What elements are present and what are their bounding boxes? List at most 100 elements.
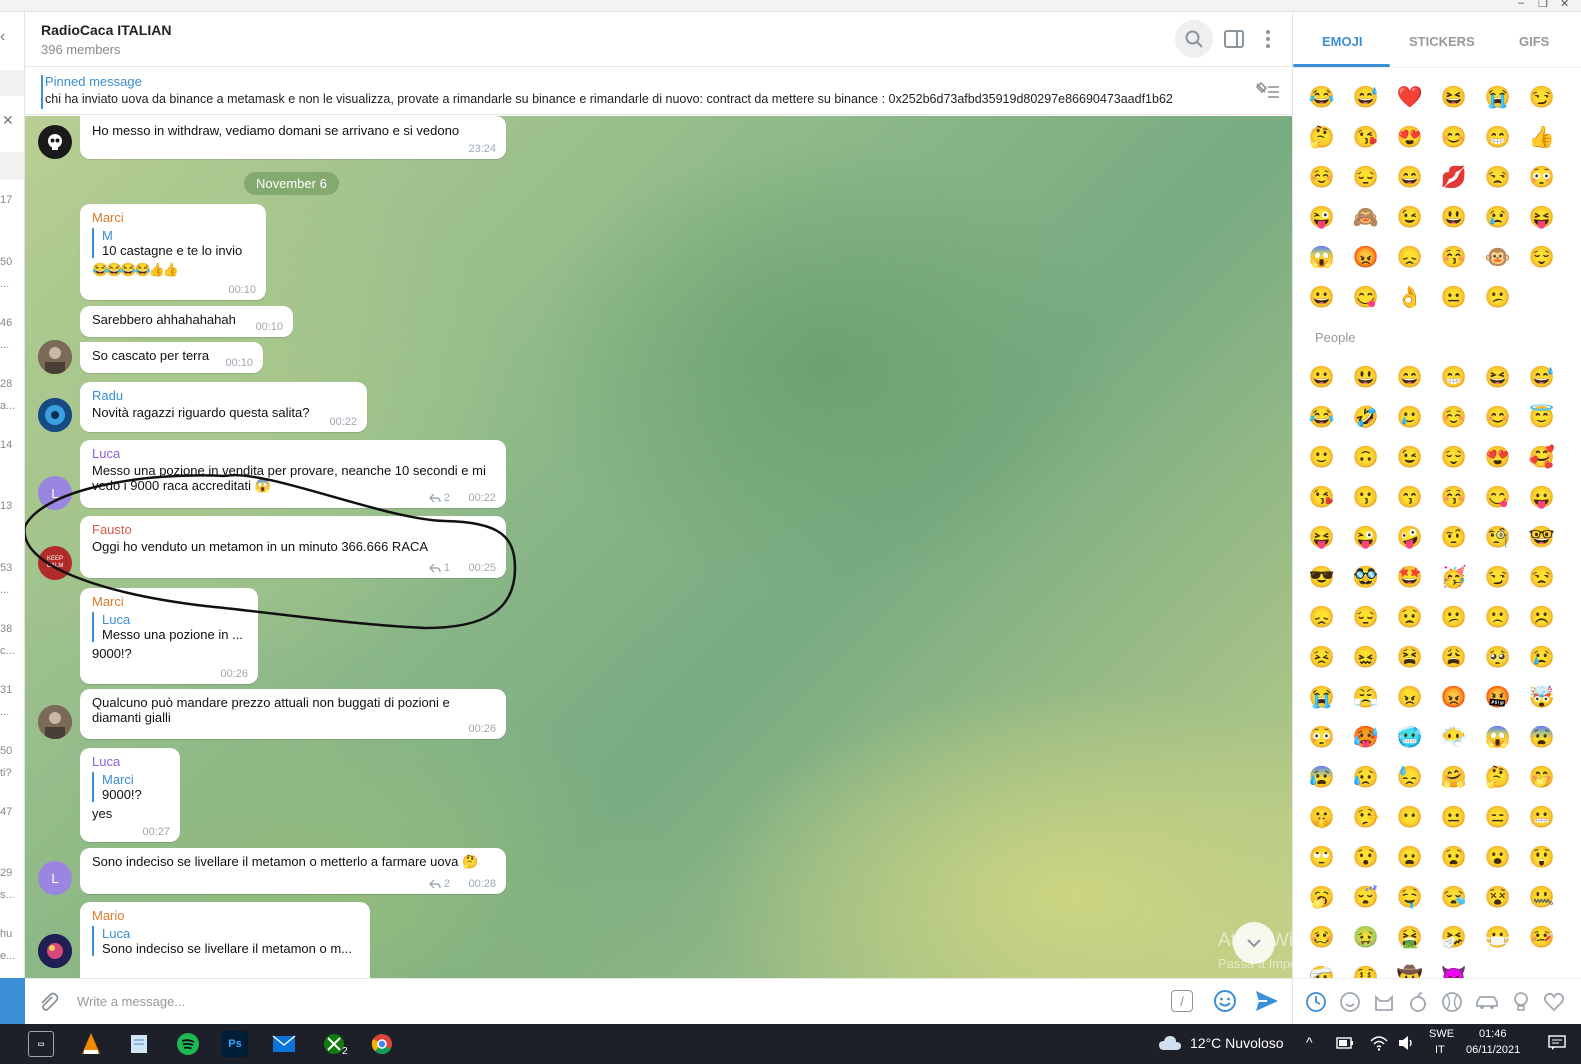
back-icon[interactable]: ‹ bbox=[0, 28, 5, 46]
close-window-icon[interactable]: ✕ bbox=[1560, 0, 1569, 10]
sidebar-toggle-button[interactable] bbox=[1215, 20, 1253, 58]
notepad-icon[interactable] bbox=[126, 1031, 152, 1057]
emoji-item[interactable]: 😵 bbox=[1483, 886, 1513, 909]
emoji-item[interactable]: 🤪 bbox=[1395, 526, 1425, 549]
emoji-item[interactable]: 😄 bbox=[1395, 366, 1425, 389]
emoji-item[interactable]: 😗 bbox=[1351, 486, 1381, 509]
emoji-item[interactable]: 😩 bbox=[1439, 646, 1469, 669]
emoji-item[interactable]: 🥳 bbox=[1439, 566, 1469, 589]
message-bubble[interactable]: Qualcuno può mandare prezzo attuali non … bbox=[80, 689, 506, 739]
emoji-item[interactable]: 👍 bbox=[1527, 126, 1557, 149]
chrome-icon[interactable] bbox=[369, 1031, 395, 1057]
emoji-item[interactable]: 😍 bbox=[1483, 446, 1513, 469]
emoji-item[interactable]: 🤒 bbox=[1527, 926, 1557, 949]
emoji-item[interactable]: 😂 bbox=[1307, 406, 1337, 429]
emoji-item[interactable]: 😚 bbox=[1439, 246, 1469, 269]
emoji-item[interactable]: 😕 bbox=[1483, 286, 1513, 309]
emoji-item[interactable]: 😃 bbox=[1351, 366, 1381, 389]
emoji-item[interactable]: 🤔 bbox=[1483, 766, 1513, 789]
emoji-item[interactable]: 😂 bbox=[1307, 86, 1337, 109]
reply-quote[interactable]: Luca Sono indeciso se livellare il metam… bbox=[92, 926, 358, 956]
emoji-item[interactable]: 😎 bbox=[1307, 566, 1337, 589]
emoji-item[interactable]: 😒 bbox=[1527, 566, 1557, 589]
emoji-item[interactable]: 😆 bbox=[1439, 86, 1469, 109]
emoji-item[interactable]: 👌 bbox=[1395, 286, 1425, 309]
search-button[interactable] bbox=[1175, 20, 1213, 58]
emoji-item[interactable]: 😲 bbox=[1527, 846, 1557, 869]
emoji-item[interactable]: 😱 bbox=[1307, 246, 1337, 269]
emoji-item[interactable]: 😔 bbox=[1351, 606, 1381, 629]
message-author[interactable]: Luca bbox=[92, 754, 168, 769]
emoji-item[interactable]: 🙁 bbox=[1483, 606, 1513, 629]
emoji-item[interactable]: 🤐 bbox=[1527, 886, 1557, 909]
chevron-up-icon[interactable]: ^ bbox=[1306, 1034, 1313, 1050]
emoji-item[interactable]: ❤️ bbox=[1395, 86, 1425, 109]
emoji-item[interactable]: 😇 bbox=[1527, 406, 1557, 429]
emoji-item[interactable]: 🙈 bbox=[1351, 206, 1381, 229]
lightbulb-category-icon[interactable] bbox=[1511, 991, 1531, 1013]
emoji-item[interactable]: 😪 bbox=[1439, 886, 1469, 909]
emoji-item[interactable]: 😁 bbox=[1439, 366, 1469, 389]
message-input[interactable]: Write a message... bbox=[77, 994, 185, 1009]
emoji-item[interactable]: 😐 bbox=[1439, 286, 1469, 309]
tab-gifs[interactable]: GIFS bbox=[1519, 34, 1549, 49]
emoji-item[interactable]: 😅 bbox=[1351, 86, 1381, 109]
emoji-item[interactable]: 😏 bbox=[1483, 566, 1513, 589]
recent-clock-icon[interactable] bbox=[1305, 991, 1327, 1013]
emoji-item[interactable]: 😚 bbox=[1439, 486, 1469, 509]
emoji-item[interactable]: 😴 bbox=[1351, 886, 1381, 909]
emoji-item[interactable]: 😢 bbox=[1527, 646, 1557, 669]
emoji-item[interactable]: 🙃 bbox=[1351, 446, 1381, 469]
emoji-item[interactable]: 😶 bbox=[1395, 806, 1425, 829]
emoji-item[interactable]: 😫 bbox=[1395, 646, 1425, 669]
emoji-item[interactable]: 😤 bbox=[1351, 686, 1381, 709]
spotify-icon[interactable] bbox=[175, 1031, 201, 1057]
reply-count[interactable]: 2 bbox=[428, 878, 450, 890]
emoji-item[interactable]: 🐵 bbox=[1483, 246, 1513, 269]
emoji-item[interactable]: 😱 bbox=[1483, 726, 1513, 749]
language-code[interactable]: SWE bbox=[1429, 1028, 1454, 1040]
emoji-item[interactable]: 😐 bbox=[1439, 806, 1469, 829]
tab-emoji[interactable]: EMOJI bbox=[1322, 34, 1362, 49]
emoji-item[interactable]: 😛 bbox=[1527, 486, 1557, 509]
ball-category-icon[interactable] bbox=[1441, 991, 1463, 1013]
emoji-item[interactable]: 🥰 bbox=[1527, 446, 1557, 469]
emoji-item[interactable]: 😟 bbox=[1395, 606, 1425, 629]
emoji-item[interactable]: 🤯 bbox=[1527, 686, 1557, 709]
emoji-item[interactable]: 🥱 bbox=[1307, 886, 1337, 909]
wifi-icon[interactable] bbox=[1370, 1035, 1388, 1051]
emoji-item[interactable]: 😀 bbox=[1307, 286, 1337, 309]
scroll-down-button[interactable] bbox=[1233, 922, 1275, 964]
emoji-item[interactable]: 😊 bbox=[1439, 126, 1469, 149]
emoji-item[interactable]: 😝 bbox=[1307, 526, 1337, 549]
emoji-item[interactable]: 🥴 bbox=[1307, 926, 1337, 949]
emoji-item[interactable]: 😞 bbox=[1307, 606, 1337, 629]
emoji-item[interactable]: 🥶 bbox=[1395, 726, 1425, 749]
notification-icon[interactable] bbox=[1548, 1035, 1566, 1051]
minimize-icon[interactable]: – bbox=[1518, 0, 1524, 9]
emoji-item[interactable]: 🤣 bbox=[1351, 406, 1381, 429]
message-author[interactable]: Mario bbox=[92, 908, 358, 923]
emoji-item[interactable]: 🥺 bbox=[1483, 646, 1513, 669]
emoji-item[interactable]: 🤤 bbox=[1395, 886, 1425, 909]
emoji-item[interactable]: 😣 bbox=[1307, 646, 1337, 669]
emoji-icon[interactable] bbox=[1213, 989, 1237, 1013]
emoji-item[interactable]: 😶‍🌫️ bbox=[1439, 726, 1469, 749]
emoji-item[interactable]: 😧 bbox=[1439, 846, 1469, 869]
emoji-item[interactable]: 🤔 bbox=[1307, 126, 1337, 149]
close-icon[interactable]: ✕ bbox=[2, 112, 14, 129]
chat-list-selected[interactable] bbox=[0, 152, 24, 180]
emoji-item[interactable]: 😰 bbox=[1307, 766, 1337, 789]
emoji-item[interactable]: 😁 bbox=[1483, 126, 1513, 149]
emoji-item[interactable]: 😌 bbox=[1439, 446, 1469, 469]
emoji-item[interactable]: 😅 bbox=[1527, 366, 1557, 389]
clock-time[interactable]: 01:46 bbox=[1479, 1028, 1507, 1040]
emoji-item[interactable]: 😜 bbox=[1307, 206, 1337, 229]
avatar[interactable] bbox=[38, 934, 72, 968]
emoji-item[interactable]: 😝 bbox=[1527, 206, 1557, 229]
emoji-item[interactable]: 😢 bbox=[1483, 206, 1513, 229]
emoji-item[interactable]: ☹️ bbox=[1527, 606, 1557, 629]
emoji-item[interactable]: 😜 bbox=[1351, 526, 1381, 549]
emoji-item[interactable]: 😥 bbox=[1351, 766, 1381, 789]
weather-text[interactable]: 12°C Nuvoloso bbox=[1190, 1035, 1284, 1051]
